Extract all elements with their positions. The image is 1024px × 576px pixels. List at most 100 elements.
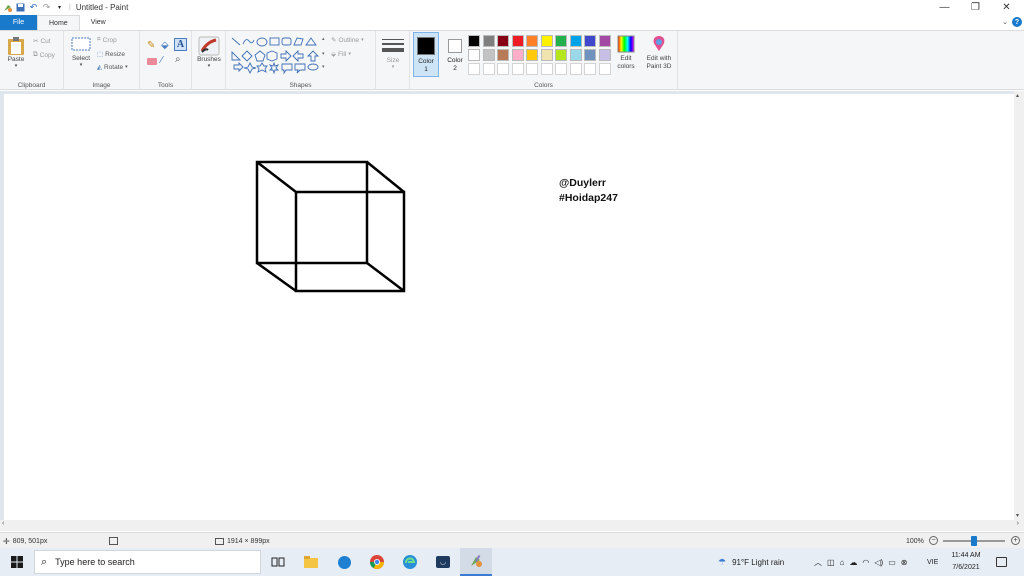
save-icon[interactable]: [15, 2, 26, 13]
color-swatch[interactable]: [526, 49, 538, 61]
color-swatch[interactable]: [555, 49, 567, 61]
color-swatch[interactable]: [598, 49, 611, 61]
windows-icon: [11, 556, 23, 568]
select-button[interactable]: Select ▾: [69, 37, 93, 68]
color-swatch[interactable]: [497, 63, 509, 75]
shapes-scroll-down-icon[interactable]: ▾: [322, 51, 325, 57]
edge-app[interactable]: [394, 548, 426, 576]
close-button[interactable]: ✕: [991, 0, 1022, 15]
drawing-canvas[interactable]: @Duylerr #Hoidap247: [4, 94, 1014, 520]
color2-button[interactable]: Color 2: [442, 32, 468, 77]
vpn-icon[interactable]: ⊗: [901, 558, 908, 567]
color-swatch[interactable]: [584, 63, 596, 75]
color-swatch[interactable]: [482, 49, 495, 61]
magnifier-icon[interactable]: ⌕: [175, 54, 181, 65]
scroll-left-icon[interactable]: ‹: [2, 520, 4, 527]
system-tray-icons: ︿ ◫ ⌂ ☁ ◠ ◁) ▭ ⊗: [814, 548, 907, 576]
paste-button[interactable]: Paste ▾: [5, 36, 27, 69]
color-swatch[interactable]: [598, 63, 611, 75]
color-swatch[interactable]: [468, 63, 480, 75]
horizontal-scrollbar[interactable]: ‹ ›: [0, 520, 1024, 531]
clock[interactable]: 11:44 AM 7/6/2021: [948, 548, 984, 576]
resize-button[interactable]: ⬚ Resize: [97, 50, 125, 59]
tab-view[interactable]: View: [80, 15, 117, 30]
color-swatch[interactable]: [526, 35, 538, 47]
input-language[interactable]: VIE: [927, 548, 938, 576]
fill-bucket-icon[interactable]: ⬙: [161, 40, 169, 51]
show-hidden-icons-icon[interactable]: ︿: [814, 557, 822, 568]
color-swatch[interactable]: [482, 35, 495, 47]
color-swatch[interactable]: [482, 63, 495, 75]
color-swatch[interactable]: [598, 35, 611, 47]
color1-button[interactable]: Color 1: [413, 32, 439, 77]
collapse-ribbon-icon[interactable]: ⌄: [1002, 18, 1008, 26]
color-swatch[interactable]: [555, 63, 567, 75]
edge-legacy-app[interactable]: [328, 548, 360, 576]
task-view-button[interactable]: [262, 548, 294, 576]
shapes-more-icon[interactable]: ▾: [322, 64, 325, 70]
weather-widget[interactable]: ☂ 91°F Light rain: [718, 548, 784, 576]
color-swatch[interactable]: [584, 49, 596, 61]
edit-paint3d-button[interactable]: Edit with Paint 3D: [643, 35, 675, 71]
rotate-button[interactable]: ◭ Rotate ▾: [97, 63, 128, 72]
edit-colors-button[interactable]: Edit colors: [614, 35, 638, 71]
size-button[interactable]: Size ▾: [381, 38, 405, 70]
zoom-in-icon[interactable]: +: [1011, 536, 1020, 545]
start-button[interactable]: [0, 548, 34, 576]
customize-quick-access-icon[interactable]: ▾: [54, 2, 65, 13]
scroll-right-icon[interactable]: ›: [1017, 520, 1019, 527]
color-swatch[interactable]: [497, 35, 509, 47]
color-swatch[interactable]: [468, 49, 480, 61]
color-picker-icon[interactable]: ⁄: [161, 55, 163, 66]
copy-button[interactable]: ⧉ Copy: [33, 51, 55, 59]
chat-app[interactable]: ◡: [427, 548, 459, 576]
help-icon[interactable]: ?: [1012, 17, 1022, 27]
file-explorer-app[interactable]: [295, 548, 327, 576]
shapes-gallery[interactable]: [229, 35, 325, 77]
brushes-button[interactable]: Brushes ▾: [196, 36, 222, 69]
color-swatch[interactable]: [584, 35, 596, 47]
redo-icon[interactable]: ↷: [41, 2, 52, 13]
scroll-up-icon[interactable]: ▴: [1016, 92, 1019, 99]
fill-button[interactable]: ⬙ Fill ▾: [331, 50, 351, 59]
undo-icon[interactable]: ↶: [28, 2, 39, 13]
color-swatch[interactable]: [569, 63, 582, 75]
color-swatch[interactable]: [511, 35, 524, 47]
tab-file[interactable]: File: [0, 15, 37, 30]
volume-icon[interactable]: ◁): [874, 558, 883, 567]
color-swatch[interactable]: [511, 49, 524, 61]
action-center-button[interactable]: [996, 548, 1007, 576]
color-swatch[interactable]: [497, 49, 509, 61]
paint-app-taskbar[interactable]: [460, 548, 492, 576]
wifi-icon[interactable]: ◠: [862, 558, 869, 567]
cut-button[interactable]: ✂ Cut: [33, 37, 51, 46]
color-swatch[interactable]: [540, 49, 553, 61]
taskbar-search[interactable]: ⌕ Type here to search: [34, 550, 261, 574]
zoom-slider-thumb[interactable]: [971, 536, 977, 546]
vertical-scrollbar[interactable]: ▴ ▾: [1014, 91, 1024, 520]
outline-button[interactable]: ✎ Outline ▾: [331, 36, 364, 45]
unikey-icon[interactable]: ⌂: [840, 558, 845, 567]
color-swatch[interactable]: [468, 35, 480, 47]
color-swatch[interactable]: [540, 63, 553, 75]
color-swatch[interactable]: [511, 63, 524, 75]
chrome-app[interactable]: [361, 548, 393, 576]
color-swatch[interactable]: [555, 35, 567, 47]
zoom-out-icon[interactable]: −: [929, 536, 938, 545]
notes-icon[interactable]: ◫: [827, 558, 835, 567]
color-swatch[interactable]: [540, 35, 553, 47]
text-tool-icon[interactable]: A: [174, 38, 187, 51]
tab-home[interactable]: Home: [37, 15, 80, 30]
color-swatch[interactable]: [569, 35, 582, 47]
eraser-icon[interactable]: [147, 58, 157, 65]
restore-button[interactable]: ❐: [960, 0, 991, 15]
scroll-down-icon[interactable]: ▾: [1016, 512, 1019, 519]
shapes-scroll-up-icon[interactable]: ▴: [322, 36, 325, 42]
pencil-icon[interactable]: ✎: [147, 40, 155, 51]
minimize-button[interactable]: —: [929, 0, 960, 15]
battery-icon[interactable]: ▭: [888, 558, 896, 567]
color-swatch[interactable]: [569, 49, 582, 61]
cloud-icon[interactable]: ☁: [849, 558, 857, 567]
crop-button[interactable]: ⌗ Crop: [97, 36, 117, 44]
color-swatch[interactable]: [526, 63, 538, 75]
